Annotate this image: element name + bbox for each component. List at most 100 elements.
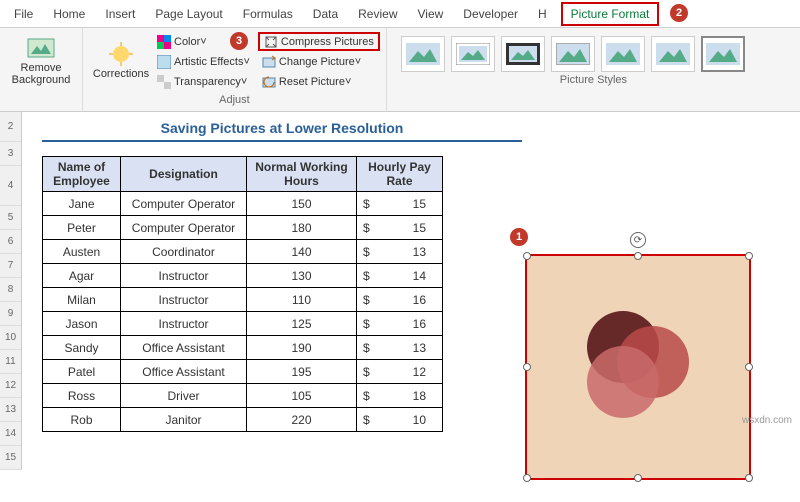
picture-style-5[interactable] [601,36,645,72]
cell-name[interactable]: Patel [43,360,121,384]
cell-name[interactable]: Sandy [43,336,121,360]
cell-name[interactable]: Austen [43,240,121,264]
cell-designation[interactable]: Instructor [121,312,247,336]
cell-hours[interactable]: 180 [247,216,357,240]
cell-hours[interactable]: 195 [247,360,357,384]
tab-page-layout[interactable]: Page Layout [145,2,232,26]
cell-designation[interactable]: Office Assistant [121,360,247,384]
col-hours[interactable]: Normal Working Hours [247,157,357,192]
cell-designation[interactable]: Instructor [121,264,247,288]
picture-style-3[interactable] [501,36,545,72]
resize-handle[interactable] [745,474,753,482]
cell-hours[interactable]: 130 [247,264,357,288]
tab-data[interactable]: Data [303,2,348,26]
cell-pay[interactable]: $13 [357,240,443,264]
sheet-title: Saving Pictures at Lower Resolution [42,118,522,142]
col-name[interactable]: Name of Employee [43,157,121,192]
cell-name[interactable]: Agar [43,264,121,288]
resize-handle[interactable] [634,252,642,260]
tab-review[interactable]: Review [348,2,407,26]
cell-hours[interactable]: 125 [247,312,357,336]
picture-style-2[interactable] [451,36,495,72]
transparency-button[interactable]: Transparency ˅ [153,72,254,91]
cell-name[interactable]: Jason [43,312,121,336]
cell-hours[interactable]: 190 [247,336,357,360]
resize-handle[interactable] [523,252,531,260]
resize-handle[interactable] [745,363,753,371]
tab-file[interactable]: File [4,2,43,26]
row-header[interactable]: 3 [0,142,22,166]
cell-designation[interactable]: Coordinator [121,240,247,264]
row-header[interactable]: 5 [0,206,22,230]
cell-hours[interactable]: 110 [247,288,357,312]
row-header[interactable]: 15 [0,446,22,470]
row-header[interactable]: 9 [0,302,22,326]
cell-pay[interactable]: $18 [357,384,443,408]
group-picture-styles: Picture Styles [387,28,800,111]
row-header[interactable]: 12 [0,374,22,398]
reset-picture-button[interactable]: Reset Picture ˅ [258,72,380,91]
resize-handle[interactable] [634,474,642,482]
row-header[interactable]: 6 [0,230,22,254]
row-headers: 2 3 4 5 6 7 8 9 10 11 12 13 14 15 [0,112,22,470]
row-header[interactable]: 10 [0,326,22,350]
row-header[interactable]: 13 [0,398,22,422]
cell-pay[interactable]: $15 [357,192,443,216]
cell-hours[interactable]: 220 [247,408,357,432]
cell-designation[interactable]: Instructor [121,288,247,312]
table-header-row: Name of Employee Designation Normal Work… [43,157,443,192]
cell-pay[interactable]: $13 [357,336,443,360]
picture-style-1[interactable] [401,36,445,72]
tab-developer[interactable]: Developer [453,2,528,26]
cell-name[interactable]: Ross [43,384,121,408]
cell-pay[interactable]: $10 [357,408,443,432]
callout-badge-1: 1 [510,228,528,246]
cell-name[interactable]: Jane [43,192,121,216]
cell-designation[interactable]: Computer Operator [121,216,247,240]
cell-hours[interactable]: 150 [247,192,357,216]
cell-pay[interactable]: $15 [357,216,443,240]
tab-formulas[interactable]: Formulas [233,2,303,26]
group-label-adjust: Adjust [89,92,380,108]
resize-handle[interactable] [523,474,531,482]
picture-style-4[interactable] [551,36,595,72]
picture-style-6[interactable] [651,36,695,72]
cell-designation[interactable]: Janitor [121,408,247,432]
cell-name[interactable]: Milan [43,288,121,312]
row-header[interactable]: 4 [0,166,22,206]
tab-home[interactable]: Home [43,2,95,26]
row-header[interactable]: 7 [0,254,22,278]
cell-pay[interactable]: $12 [357,360,443,384]
cell-designation[interactable]: Office Assistant [121,336,247,360]
cell-designation[interactable]: Computer Operator [121,192,247,216]
artistic-effects-button[interactable]: Artistic Effects ˅ [153,52,254,71]
cell-pay[interactable]: $16 [357,312,443,336]
selected-picture[interactable]: ⟳ [525,254,751,480]
cell-pay[interactable]: $14 [357,264,443,288]
corrections-button[interactable]: Corrections [89,30,153,92]
row-header[interactable]: 11 [0,350,22,374]
col-designation[interactable]: Designation [121,157,247,192]
resize-handle[interactable] [745,252,753,260]
color-button[interactable]: Color ˅ [153,32,254,51]
picture-style-7[interactable] [701,36,745,72]
tab-view[interactable]: View [408,2,454,26]
change-picture-button[interactable]: Change Picture ˅ [258,52,380,71]
cell-name[interactable]: Rob [43,408,121,432]
row-header[interactable]: 8 [0,278,22,302]
resize-handle[interactable] [523,363,531,371]
row-header[interactable]: 14 [0,422,22,446]
cell-pay[interactable]: $16 [357,288,443,312]
cell-hours[interactable]: 105 [247,384,357,408]
compress-pictures-button[interactable]: Compress Pictures [258,32,380,51]
cell-hours[interactable]: 140 [247,240,357,264]
cell-name[interactable]: Peter [43,216,121,240]
row-header[interactable]: 2 [0,112,22,142]
col-pay[interactable]: Hourly Pay Rate [357,157,443,192]
tab-insert[interactable]: Insert [95,2,145,26]
tab-picture-format[interactable]: Picture Format [561,2,660,26]
tab-truncated[interactable]: H [528,2,557,26]
remove-background-button[interactable]: Remove Background [6,30,76,92]
cell-designation[interactable]: Driver [121,384,247,408]
rotate-handle[interactable]: ⟳ [630,232,646,248]
